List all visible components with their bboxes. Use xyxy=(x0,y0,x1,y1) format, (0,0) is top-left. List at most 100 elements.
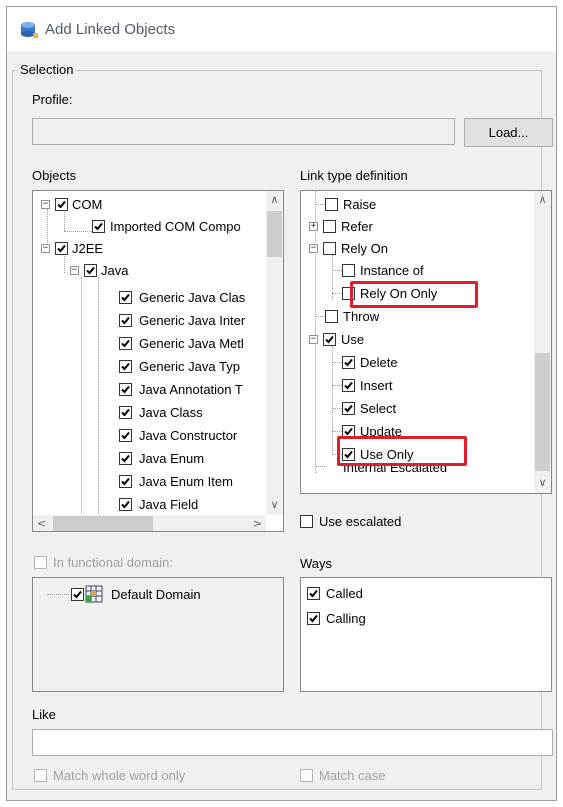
checkbox-unchecked[interactable] xyxy=(34,769,47,782)
link-type-item-label: Raise xyxy=(343,196,377,212)
tree-node-generic-java-class[interactable]: Generic Java Clas xyxy=(119,286,245,308)
checkbox-checked[interactable] xyxy=(71,587,84,601)
tree-node-imported-com[interactable]: Imported COM Compo xyxy=(92,215,241,237)
window-title: Add Linked Objects xyxy=(45,21,176,38)
checkbox-unchecked[interactable] xyxy=(323,241,336,255)
scroll-thumb[interactable] xyxy=(267,211,282,257)
tree-node-java-annotation[interactable]: Java Annotation T xyxy=(119,378,243,400)
scroll-up-icon[interactable]: ∧ xyxy=(534,191,551,208)
checkbox-checked[interactable] xyxy=(342,378,355,392)
checkbox-checked[interactable] xyxy=(55,197,68,211)
ways-list[interactable]: Called Calling xyxy=(300,577,552,692)
checkbox-unchecked[interactable] xyxy=(325,309,338,323)
tree-node-java-enum[interactable]: Java Enum xyxy=(119,447,204,469)
link-type-instance-of[interactable]: Instance of xyxy=(332,259,424,281)
tree-node-generic-java-interface[interactable]: Generic Java Inter xyxy=(119,309,245,331)
tree-node-j2ee[interactable]: − J2EE xyxy=(41,237,103,259)
tree-node-java[interactable]: − Java xyxy=(70,259,128,281)
checkbox-checked[interactable] xyxy=(92,219,105,233)
checkbox-checked[interactable] xyxy=(55,241,68,255)
collapse-icon[interactable]: − xyxy=(309,334,318,344)
tree-node-java-class[interactable]: Java Class xyxy=(119,401,203,423)
collapse-icon[interactable]: − xyxy=(309,243,318,253)
checkbox-checked[interactable] xyxy=(119,474,132,488)
link-type-select[interactable]: Select xyxy=(332,397,396,419)
collapse-icon[interactable]: − xyxy=(70,265,79,275)
ways-label: Ways xyxy=(300,556,333,571)
scroll-down-icon[interactable]: ∨ xyxy=(266,496,283,513)
match-whole-word-checkbox[interactable]: Match whole word only xyxy=(34,768,185,783)
checkbox-checked[interactable] xyxy=(119,382,132,396)
checkbox-checked[interactable] xyxy=(119,336,132,350)
tree-node-java-constructor[interactable]: Java Constructor xyxy=(119,424,237,446)
checkbox-unchecked[interactable] xyxy=(342,263,355,277)
checkbox-unchecked[interactable] xyxy=(300,769,313,782)
expand-icon[interactable]: + xyxy=(309,221,318,231)
tree-node-generic-java-type[interactable]: Generic Java Typ xyxy=(119,355,240,377)
checkbox-unchecked[interactable] xyxy=(34,556,47,569)
objects-tree[interactable]: − COM Imported COM Compo − J2EE − Java G… xyxy=(32,190,284,532)
tree-node-label: Generic Java Metl xyxy=(139,335,244,351)
scroll-thumb[interactable] xyxy=(53,516,153,531)
collapse-icon[interactable]: − xyxy=(41,199,50,209)
link-type-item-label: Insert xyxy=(360,377,393,393)
functional-domain-tree[interactable]: Default Domain xyxy=(32,577,284,692)
load-button[interactable]: Load... xyxy=(464,118,553,147)
link-type-use[interactable]: − Use xyxy=(309,328,364,350)
checkbox-unchecked[interactable] xyxy=(323,219,336,233)
checkbox-checked[interactable] xyxy=(119,313,132,327)
checkbox-checked[interactable] xyxy=(119,290,132,304)
tree-node-java-enum-item[interactable]: Java Enum Item xyxy=(119,470,233,492)
scroll-left-icon[interactable]: < xyxy=(33,515,50,531)
collapse-icon[interactable]: − xyxy=(41,243,50,253)
tree-node-com[interactable]: − COM xyxy=(41,193,102,215)
tree-node-java-field[interactable]: Java Field xyxy=(119,493,198,515)
match-case-checkbox[interactable]: Match case xyxy=(300,768,385,783)
checkbox-checked[interactable] xyxy=(342,401,355,415)
objects-horizontal-scrollbar[interactable]: < > xyxy=(33,515,266,531)
checkbox-checked[interactable] xyxy=(307,587,320,600)
checkbox-unchecked[interactable] xyxy=(300,515,313,528)
checkbox-checked[interactable] xyxy=(84,263,97,277)
tree-node-label: Java Annotation T xyxy=(139,381,243,397)
checkbox-checked[interactable] xyxy=(119,405,132,419)
objects-vertical-scrollbar[interactable]: ∧ ∨ xyxy=(266,191,283,515)
ways-called[interactable]: Called xyxy=(307,586,363,601)
checkbox-checked[interactable] xyxy=(119,497,132,511)
scroll-down-icon[interactable]: ∨ xyxy=(534,474,551,491)
checkbox-unchecked[interactable] xyxy=(325,197,338,211)
functional-domain-label: In functional domain: xyxy=(53,555,173,570)
checkbox-checked[interactable] xyxy=(323,332,336,346)
link-type-vertical-scrollbar[interactable]: ∧ ∨ xyxy=(534,191,551,493)
scroll-right-icon[interactable]: > xyxy=(249,515,266,531)
link-type-raise[interactable]: Raise xyxy=(315,193,376,215)
checkbox-checked[interactable] xyxy=(119,451,132,465)
link-type-rely-on[interactable]: − Rely On xyxy=(309,237,388,259)
link-type-internal-escalated[interactable]: Internal Escalated xyxy=(315,464,447,478)
link-type-delete[interactable]: Delete xyxy=(332,351,398,373)
use-escalated-checkbox[interactable]: Use escalated xyxy=(300,514,401,529)
tree-node-generic-java-method[interactable]: Generic Java Metl xyxy=(119,332,244,354)
link-type-item-label: Delete xyxy=(360,354,398,370)
checkbox-checked[interactable] xyxy=(119,428,132,442)
tree-node-label: Java Constructor xyxy=(139,427,238,443)
scroll-up-icon[interactable]: ∧ xyxy=(266,191,283,208)
link-type-insert[interactable]: Insert xyxy=(332,374,393,396)
tree-node-label: Default Domain xyxy=(111,586,201,602)
selection-group-label: Selection xyxy=(18,62,76,77)
scroll-thumb[interactable] xyxy=(535,353,550,471)
link-type-label: Link type definition xyxy=(300,168,408,183)
like-input[interactable] xyxy=(32,729,553,756)
tree-node-label: Generic Java Clas xyxy=(139,289,246,305)
functional-domain-checkbox[interactable]: In functional domain: xyxy=(34,555,173,570)
checkbox-checked[interactable] xyxy=(342,355,355,369)
tree-node-label: Imported COM Compo xyxy=(110,218,241,234)
checkbox-checked[interactable] xyxy=(119,359,132,373)
tree-node-default-domain[interactable]: Default Domain xyxy=(71,583,201,605)
ways-item-label: Called xyxy=(326,586,363,601)
link-type-refer[interactable]: + Refer xyxy=(309,215,373,237)
like-label: Like xyxy=(32,707,56,722)
link-type-throw[interactable]: Throw xyxy=(315,305,379,327)
ways-calling[interactable]: Calling xyxy=(307,611,366,626)
checkbox-checked[interactable] xyxy=(307,612,320,625)
